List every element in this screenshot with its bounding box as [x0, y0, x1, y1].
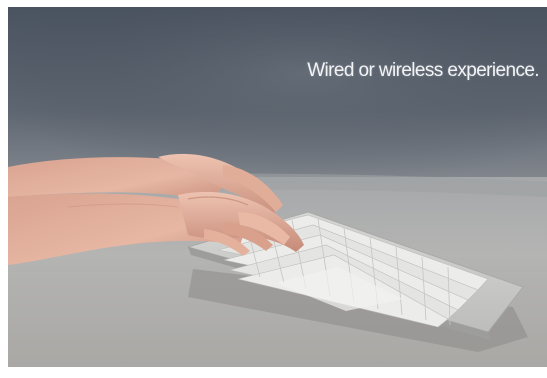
caption-text: Wired or wireless experience. — [307, 60, 539, 81]
left-border — [0, 0, 8, 378]
image-frame: Wired or wireless experience. — [0, 0, 547, 378]
bottom-border — [0, 367, 547, 378]
